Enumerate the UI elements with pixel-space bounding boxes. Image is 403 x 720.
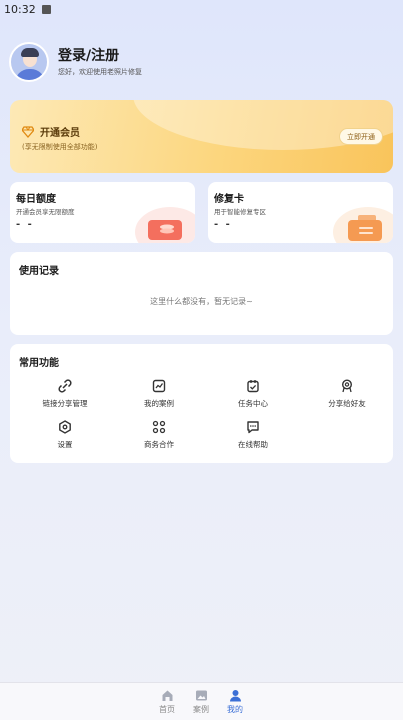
nav-mine[interactable]: 我的 bbox=[220, 689, 250, 715]
daily-quota-card[interactable]: 每日额度 开通会员享无限额度 - - bbox=[10, 182, 195, 243]
daily-quota-value: - - bbox=[16, 219, 34, 230]
profile-header[interactable]: 登录/注册 您好，欢迎使用老照片修复 bbox=[9, 42, 142, 82]
status-time: 10:32 bbox=[4, 2, 36, 16]
ticket-icon bbox=[348, 215, 382, 241]
login-register-link[interactable]: 登录/注册 bbox=[58, 47, 142, 65]
status-bar: 10:32 bbox=[0, 0, 403, 18]
repair-card-title: 修复卡 bbox=[214, 194, 244, 205]
cooperation-icon bbox=[152, 420, 166, 434]
function-share-friends[interactable]: 分享给好友 bbox=[302, 379, 392, 409]
nav-label: 我的 bbox=[227, 705, 243, 714]
daily-quota-title: 每日额度 bbox=[16, 194, 56, 205]
vip-title: 开通会员 bbox=[40, 128, 80, 139]
nav-home[interactable]: 首页 bbox=[152, 689, 182, 715]
chart-icon bbox=[152, 379, 166, 393]
share-icon bbox=[341, 379, 353, 393]
bottom-nav: 首页 案例 我的 bbox=[0, 682, 403, 720]
common-functions-card: 常用功能 链接分享管理 我的案例 任务中心 分享给好友 设置 商务合作 在线帮助 bbox=[10, 344, 393, 463]
link-icon bbox=[58, 379, 72, 393]
vip-subtitle: (享无限制使用全部功能) bbox=[22, 143, 98, 151]
diamond-icon bbox=[22, 125, 34, 138]
function-label: 链接分享管理 bbox=[42, 399, 88, 408]
function-business-cooperation[interactable]: 商务合作 bbox=[114, 420, 204, 450]
avatar[interactable] bbox=[9, 42, 49, 82]
repair-card-subtitle: 用于智能修复专区 bbox=[214, 208, 266, 216]
task-icon bbox=[247, 380, 259, 393]
function-label: 分享给好友 bbox=[328, 399, 366, 408]
home-icon bbox=[162, 690, 172, 701]
function-task-center[interactable]: 任务中心 bbox=[208, 379, 298, 409]
repair-card-value: - - bbox=[214, 219, 232, 230]
nav-cases[interactable]: 案例 bbox=[186, 689, 216, 715]
settings-icon bbox=[59, 420, 71, 434]
open-vip-button[interactable]: 立即开通 bbox=[339, 128, 383, 145]
gallery-icon bbox=[195, 690, 207, 701]
daily-quota-subtitle: 开通会员享无限额度 bbox=[16, 208, 75, 216]
user-icon bbox=[229, 690, 241, 702]
coin-stack-icon bbox=[148, 220, 182, 240]
function-link-share[interactable]: 链接分享管理 bbox=[20, 379, 110, 409]
function-settings[interactable]: 设置 bbox=[20, 420, 110, 450]
repair-card[interactable]: 修复卡 用于智能修复专区 - - bbox=[208, 182, 393, 243]
help-icon bbox=[247, 421, 259, 434]
nav-label: 案例 bbox=[193, 705, 209, 714]
function-label: 我的案例 bbox=[144, 399, 174, 408]
function-label: 在线帮助 bbox=[238, 440, 268, 449]
sim-icon bbox=[41, 4, 51, 14]
function-label: 任务中心 bbox=[238, 399, 268, 408]
function-label: 商务合作 bbox=[144, 440, 174, 449]
vip-banner[interactable]: 开通会员 (享无限制使用全部功能) 立即开通 bbox=[10, 100, 393, 173]
function-label: 设置 bbox=[57, 440, 73, 449]
function-online-help[interactable]: 在线帮助 bbox=[208, 420, 298, 450]
common-functions-title: 常用功能 bbox=[19, 358, 59, 369]
function-my-cases[interactable]: 我的案例 bbox=[114, 379, 204, 409]
empty-state-text: 这里什么都没有，暂无记录~ bbox=[150, 297, 253, 306]
welcome-text: 您好，欢迎使用老照片修复 bbox=[58, 68, 142, 76]
nav-label: 首页 bbox=[159, 705, 175, 714]
usage-record-card: 使用记录 这里什么都没有，暂无记录~ bbox=[10, 252, 393, 335]
usage-record-title: 使用记录 bbox=[19, 266, 59, 277]
